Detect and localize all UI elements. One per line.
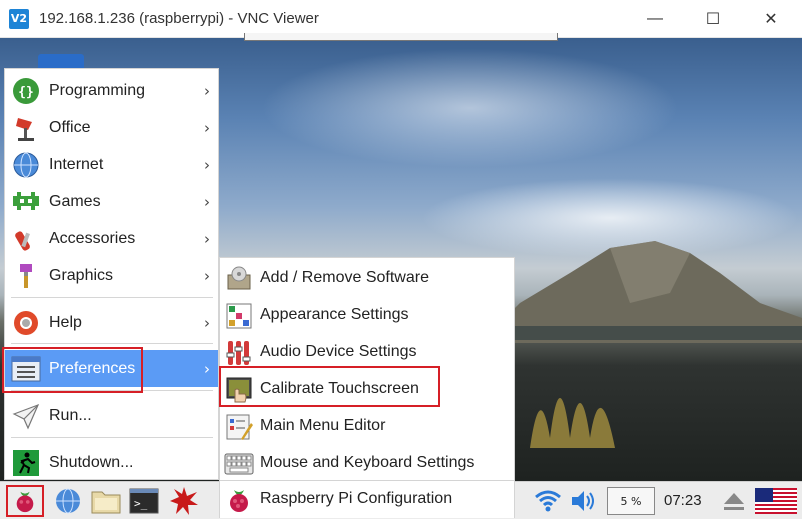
svg-text:>_: >_ [134,497,148,510]
menu-item-help[interactable]: Help › [5,304,218,341]
audio-icon [224,338,254,368]
submenu-item-add-remove-software[interactable]: Add / Remove Software [220,260,514,297]
terminal-icon: >_ [129,488,159,514]
menu-item-label: Accessories [49,229,136,247]
menu-item-label: Help [49,313,82,331]
menu-item-office[interactable]: Office › [5,109,218,146]
menu-item-label: Office [49,118,91,136]
accessories-icon [11,224,41,254]
cpu-usage-monitor[interactable]: 5 % [607,487,655,515]
raspberry-menu-button[interactable] [6,485,44,517]
menu-item-internet[interactable]: Internet › [5,146,218,183]
svg-text:{}: {} [18,85,34,100]
web-browser-launcher[interactable] [52,485,84,517]
volume-icon[interactable] [568,485,600,517]
terminal-launcher[interactable]: >_ [128,485,160,517]
appearance-icon [224,301,254,331]
eject-icon[interactable] [718,485,750,517]
menu-item-accessories[interactable]: Accessories › [5,220,218,257]
office-icon [11,113,41,143]
submenu-item-label: Calibrate Touchscreen [260,380,419,397]
star-burst-icon [170,487,198,515]
menu-item-run[interactable]: Run... [5,397,218,434]
chevron-right-icon: › [204,229,210,248]
menu-item-games[interactable]: Games › [5,183,218,220]
menu-item-label: Run... [49,406,92,424]
menu-item-label: Shutdown... [49,453,134,471]
submenu-item-main-menu-editor[interactable]: Main Menu Editor [220,408,514,445]
graphics-icon [11,261,41,291]
cloud [260,48,680,168]
menu-item-label: Graphics [49,266,114,284]
chevron-right-icon: › [204,313,210,332]
trash-icon[interactable] [38,54,84,68]
main-menu: {} Programming › Office › Internet › Gam… [4,68,219,480]
window-title: 192.168.1.236 (raspberrypi) - VNC Viewer [39,10,319,27]
internet-icon [11,150,41,180]
shutdown-icon [11,448,41,478]
menu-item-shutdown[interactable]: Shutdown... [5,444,218,481]
maximize-button[interactable]: ☐ [688,0,738,38]
submenu-item-label: Raspberry Pi Configuration [260,490,453,507]
clock[interactable]: 07:23 [664,492,702,509]
submenu-item-mouse-keyboard-settings[interactable]: Mouse and Keyboard Settings [220,445,514,482]
preferences-submenu: Add / Remove Software Appearance Setting… [219,257,515,481]
games-icon [11,187,41,217]
close-button[interactable]: ✕ [746,0,796,38]
menu-item-label: Programming [49,81,146,99]
menu-divider [11,343,213,344]
submenu-item-calibrate-touchscreen[interactable]: Calibrate Touchscreen [220,371,514,408]
submenu-item-audio-device-settings[interactable]: Audio Device Settings [220,334,514,371]
raspberry-config-icon [224,485,254,515]
submenu-item-label: Mouse and Keyboard Settings [260,454,475,471]
us-flag-keyboard-layout-icon[interactable] [754,485,798,517]
menu-editor-icon [224,412,254,442]
menu-item-label: Preferences [49,359,136,377]
chevron-right-icon: › [204,118,210,137]
globe-icon [56,488,80,514]
touchscreen-icon [224,375,254,405]
wifi-icon[interactable] [532,485,564,517]
submenu-item-label: Audio Device Settings [260,343,417,360]
chevron-right-icon: › [204,192,210,211]
folder-icon [91,491,121,514]
chevron-right-icon: › [204,81,210,100]
raspberry-icon [16,491,34,513]
menu-item-preferences[interactable]: Preferences › [5,350,218,387]
minimize-button[interactable]: — [630,0,680,38]
grass-tuft [530,398,615,448]
vnc-toolbar-handle[interactable] [244,33,558,41]
submenu-item-appearance-settings[interactable]: Appearance Settings [220,297,514,334]
menu-item-label: Internet [49,155,104,173]
file-manager-launcher[interactable] [90,485,122,517]
run-icon [11,401,41,431]
submenu-item-label: Main Menu Editor [260,417,386,434]
software-icon [224,264,254,294]
menu-item-programming[interactable]: {} Programming › [5,72,218,109]
menu-item-label: Games [49,192,101,210]
menu-item-graphics[interactable]: Graphics › [5,257,218,294]
programming-icon: {} [11,76,41,106]
submenu-item-label: Appearance Settings [260,306,409,323]
menu-divider [11,297,213,298]
vnc-viewer-logo: V2 [9,9,29,29]
chevron-right-icon: › [204,155,210,174]
menu-divider [11,390,213,391]
math-app-launcher[interactable] [168,485,200,517]
help-icon [11,308,41,338]
keyboard-icon [224,449,254,479]
submenu-item-label: Add / Remove Software [260,269,429,286]
menu-divider [11,437,213,438]
chevron-right-icon: › [204,359,210,378]
chevron-right-icon: › [204,266,210,285]
submenu-item-raspberry-pi-configuration[interactable]: Raspberry Pi Configuration [219,481,515,518]
preferences-icon [11,354,41,384]
